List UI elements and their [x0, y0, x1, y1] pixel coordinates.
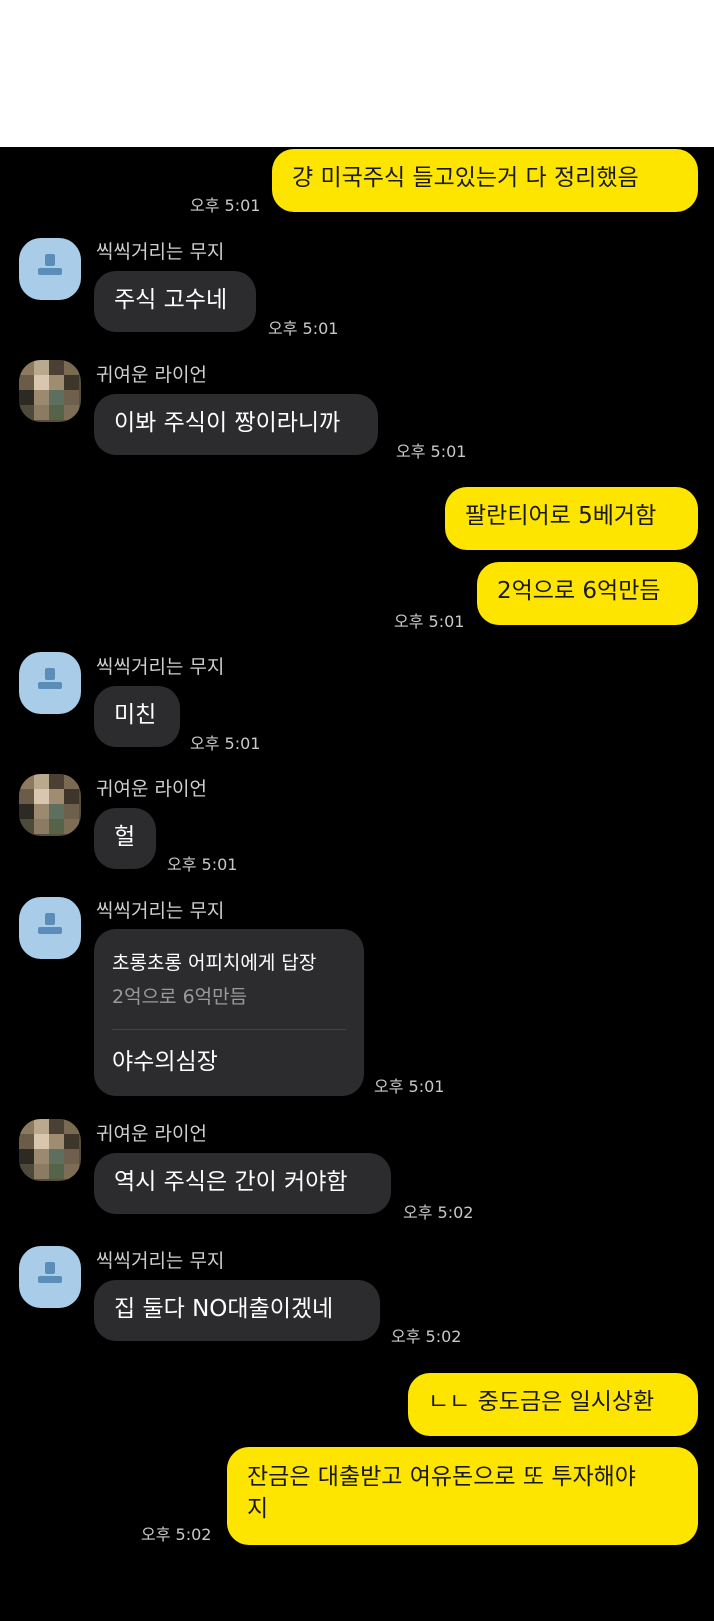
avatar-muji[interactable] — [19, 652, 81, 714]
avatar-muji[interactable] — [19, 1246, 81, 1308]
their-message-bubble[interactable]: 헐 — [94, 808, 156, 869]
their-message-bubble[interactable]: 집 둘다 NO대출이겠네 — [94, 1280, 380, 1341]
reply-quoted-text[interactable]: 2억으로 6억만듬 — [112, 981, 346, 1013]
person-icon — [45, 1262, 55, 1274]
avatar-ryan[interactable] — [19, 360, 81, 422]
message-time: 오후 5:01 — [394, 612, 465, 631]
message-time: 오후 5:01 — [396, 442, 467, 461]
message-time: 오후 5:01 — [167, 855, 238, 874]
reply-divider — [112, 1029, 346, 1030]
reply-message-bubble[interactable]: 초롱초롱 어피치에게 답장 2억으로 6억만듬 야수의심장 — [94, 929, 364, 1096]
sender-name: 귀여운 라이언 — [96, 778, 207, 800]
message-text: 걍 미국주식 들고있는거 다 정리했음 — [292, 165, 639, 191]
message-time: 오후 5:02 — [141, 1525, 212, 1544]
their-message-bubble[interactable]: 미친 — [94, 686, 180, 747]
their-message-bubble[interactable]: 주식 고수네 — [94, 271, 256, 332]
avatar-muji[interactable] — [19, 897, 81, 959]
message-text: 집 둘다 NO대출이겠네 — [114, 1296, 334, 1322]
their-message-bubble[interactable]: 이봐 주식이 짱이라니까 — [94, 394, 378, 455]
chat-area[interactable]: 걍 미국주식 들고있는거 다 정리했음 오후 5:01 씩씩거리는 무지 주식 … — [0, 147, 714, 1621]
my-message-bubble[interactable]: ㄴㄴ 중도금은 일시상환 — [408, 1373, 698, 1436]
sender-name: 귀여운 라이언 — [96, 1123, 207, 1145]
person-icon — [45, 668, 55, 680]
person-icon — [45, 254, 55, 266]
avatar-ryan[interactable] — [19, 1119, 81, 1181]
message-time: 오후 5:02 — [391, 1327, 462, 1346]
message-text-line: 잔금은 대출받고 여유돈으로 또 투자해야 — [247, 1464, 636, 1490]
message-text-line: 지 — [247, 1496, 269, 1522]
my-message-bubble[interactable]: 걍 미국주식 들고있는거 다 정리했음 — [272, 149, 698, 212]
sender-name: 씩씩거리는 무지 — [96, 656, 225, 678]
message-text: 이봐 주식이 짱이라니까 — [114, 410, 341, 436]
avatar-muji[interactable] — [19, 238, 81, 300]
message-text: 미친 — [114, 702, 157, 728]
reply-target-label: 초롱초롱 어피치에게 답장 — [112, 952, 317, 974]
message-text: 2억으로 6억만듬 — [497, 578, 661, 604]
sender-name: 씩씩거리는 무지 — [96, 1250, 225, 1272]
person-icon — [45, 913, 55, 925]
message-time: 오후 5:01 — [268, 319, 339, 338]
my-message-bubble[interactable]: 잔금은 대출받고 여유돈으로 또 투자해야 지 — [227, 1447, 698, 1545]
sender-name: 귀여운 라이언 — [96, 364, 207, 386]
my-message-bubble[interactable]: 2억으로 6억만듬 — [477, 562, 698, 625]
message-text: 역시 주식은 간이 커야함 — [114, 1169, 348, 1195]
sender-name: 씩씩거리는 무지 — [96, 900, 225, 922]
their-message-bubble[interactable]: 역시 주식은 간이 커야함 — [94, 1153, 391, 1214]
message-time: 오후 5:01 — [374, 1077, 445, 1096]
avatar-ryan[interactable] — [19, 774, 81, 836]
message-text: 주식 고수네 — [114, 287, 228, 313]
top-blank-area — [0, 0, 714, 147]
message-text: 야수의심장 — [112, 1049, 218, 1075]
my-message-bubble[interactable]: 팔란티어로 5베거함 — [445, 487, 698, 550]
message-time: 오후 5:01 — [190, 196, 261, 215]
message-time: 오후 5:02 — [403, 1203, 474, 1222]
message-text: ㄴㄴ 중도금은 일시상환 — [428, 1389, 655, 1415]
message-text: 팔란티어로 5베거함 — [465, 503, 657, 529]
message-time: 오후 5:01 — [190, 734, 261, 753]
sender-name: 씩씩거리는 무지 — [96, 241, 225, 263]
message-text: 헐 — [114, 824, 136, 850]
